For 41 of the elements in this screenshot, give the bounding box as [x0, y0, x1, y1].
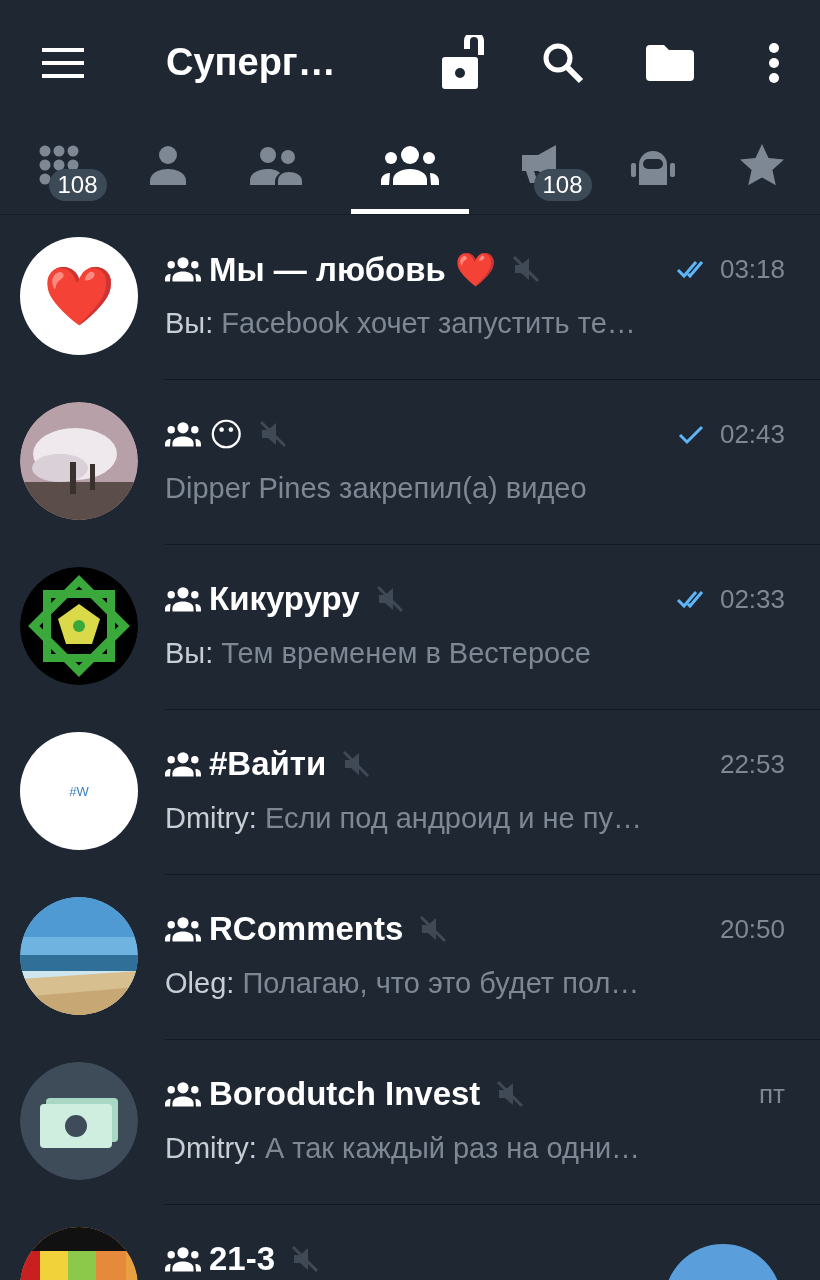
- message-preview: Oleg: Полагаю, что это будет пол…: [165, 967, 641, 1000]
- message-preview: Dmitry: А так каждый раз на одни…: [165, 1132, 642, 1165]
- message-preview: Dmitry: Если под андроид и не пу…: [165, 802, 643, 835]
- folder-tab[interactable]: 108: [4, 125, 113, 214]
- group-icon: [165, 1081, 201, 1107]
- group-icon: [165, 916, 201, 942]
- text-avatar: #W: [20, 732, 138, 850]
- chat-name: 😶: [209, 414, 244, 454]
- chat-list-title: Суперг…: [166, 41, 337, 84]
- more-icon[interactable]: [768, 42, 780, 83]
- group-icon: [165, 751, 201, 777]
- chat-name: #Вайти: [209, 745, 327, 783]
- message-time: пт: [759, 1078, 785, 1110]
- folder-tab[interactable]: 108: [489, 125, 598, 214]
- group-icon: [165, 1246, 201, 1272]
- message-time: 22:53: [719, 748, 785, 780]
- unread-count-badge: 108: [533, 169, 592, 201]
- message-preview: Dipper Pines закрепил(а) видео: [165, 472, 588, 505]
- message-time: 03:18: [719, 253, 785, 285]
- chat-name: Мы — любовь ❤: [209, 249, 496, 289]
- folder-icon[interactable]: [646, 44, 694, 81]
- search-icon[interactable]: [542, 41, 584, 84]
- message-time: 02:43: [719, 418, 785, 450]
- group-icon: [165, 256, 201, 282]
- heart-avatar: ❤: [20, 237, 138, 355]
- group-icon: [165, 586, 201, 612]
- person-icon: [147, 144, 188, 185]
- message-time: 20:50: [719, 913, 785, 945]
- chat-name: RComments: [209, 910, 404, 948]
- message-time: 02:33: [719, 583, 785, 615]
- group-icon: [165, 421, 201, 447]
- two-people-icon: [249, 144, 304, 185]
- menu-icon[interactable]: [42, 47, 84, 78]
- message-preview: Вы: Тем временем в Вестеросе: [165, 637, 592, 670]
- unread-count-badge: 108: [48, 169, 107, 201]
- message-preview: Вы: Facebook хочет запустить те…: [165, 307, 637, 340]
- group-icon: [381, 144, 439, 185]
- chat-name: Кикуруру: [209, 580, 360, 618]
- chat-name: Borodutch Invest: [209, 1075, 481, 1113]
- star-icon: [739, 143, 784, 186]
- chat-name: 21-3: [209, 1240, 276, 1278]
